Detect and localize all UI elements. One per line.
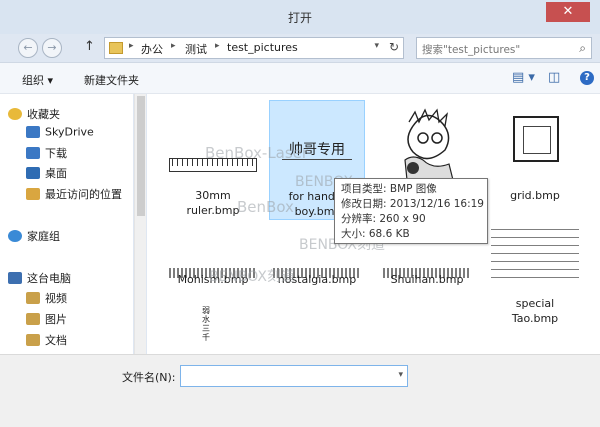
address-box[interactable]: ▸ 办公 ▸ 测试 ▸ test_pictures ▾ ↻ [104,37,404,59]
file-name: 30mm [195,189,231,202]
file-item[interactable]: 弱水三千 [165,306,261,354]
file-item[interactable]: special Tao.bmp [487,216,583,336]
file-name: grid.bmp [510,189,560,202]
close-button[interactable]: ✕ [546,2,590,22]
breadcrumb-office[interactable]: 办公 [141,41,163,57]
cloud-folder-icon [26,126,40,138]
sidebar-item-this-pc[interactable]: 这台电脑 [8,270,71,288]
sidebar-scrollbar[interactable] [134,94,146,354]
search-icon[interactable]: ⌕ [579,41,586,56]
tooltip-modified: 修改日期: 2013/12/16 16:19 [341,198,484,210]
documents-folder-icon [26,334,40,346]
recent-places-icon [26,188,40,200]
file-item[interactable]: grid.bmp [487,100,583,220]
sidebar-item-documents[interactable]: 文档 [26,332,67,350]
file-thumbnail [169,108,257,176]
filename-label: 文件名(N): [122,371,176,384]
cartoon-icon [404,108,454,181]
sidebar-item-videos[interactable]: 视频 [26,290,67,308]
title-bar: 打开 ✕ [0,0,600,34]
sidebar-item-recent-places[interactable]: 最近访问的位置 [26,186,122,204]
search-placeholder: 搜索"test_pictures" [422,44,521,56]
file-thumbnail: 帅哥专用 [274,109,362,177]
file-name: ruler.bmp [186,204,240,217]
up-button[interactable]: ↑ [84,39,95,54]
command-toolbar: 组织 ▾ 新建文件夹 ▤ ▾ ◫ ? [0,62,600,94]
desktop-icon [26,167,40,179]
chevron-down-icon[interactable]: ▾ [398,370,403,380]
breadcrumb-test-pictures[interactable]: test_pictures [227,41,298,54]
navigation-pane: 收藏夹 SkyDrive 下载 桌面 最近访问的位置 家庭组 这台电脑 视频 图… [0,94,133,354]
calligraphy-thumbnail: 帅哥专用 [289,142,345,158]
address-bar-row: ← → ↑ ▸ 办公 ▸ 测试 ▸ test_pictures ▾ ↻ 搜索"t… [0,34,600,62]
scrollbar-thumb[interactable] [137,96,145,216]
pictures-folder-icon [26,313,40,325]
file-name: Mohism.bmp [177,273,249,286]
file-item[interactable]: 30mm ruler.bmp [165,100,261,220]
chevron-down-icon[interactable]: ▾ [374,41,379,51]
file-name: Shuihan.bmp [390,273,464,286]
homegroup-icon [8,230,22,242]
star-icon [8,108,22,120]
breadcrumb-separator[interactable]: ▸ [129,41,134,51]
filename-input[interactable]: ▾ [180,365,408,387]
refresh-icon[interactable]: ↻ [389,40,399,54]
preview-pane-icon[interactable]: ◫ [548,70,560,85]
view-options-icon[interactable]: ▤ ▾ [512,70,535,85]
ruler-ticks [172,159,254,166]
folder-icon [109,42,123,54]
sidebar-item-pictures[interactable]: 图片 [26,311,67,329]
sidebar-item-favorites[interactable]: 收藏夹 [8,106,60,124]
file-thumbnail [491,108,579,176]
help-icon[interactable]: ? [580,71,594,85]
file-name: nostalgia.bmp [277,273,357,286]
video-folder-icon [26,292,40,304]
sidebar-item-desktop[interactable]: 桌面 [26,165,67,183]
forward-button[interactable]: → [42,38,62,58]
tooltip-size: 大小: 68.6 KB [341,228,410,240]
window-title: 打开 [287,11,312,25]
file-info-tooltip: 项目类型: BMP 图像 修改日期: 2013/12/16 16:19 分辨率:… [334,178,488,244]
breadcrumb-separator[interactable]: ▸ [171,41,176,51]
file-thumbnail [491,222,579,290]
download-folder-icon [26,147,40,159]
tooltip-resolution: 分辨率: 260 x 90 [341,213,426,225]
computer-icon [8,272,22,284]
sidebar-item-homegroup[interactable]: 家庭组 [8,228,60,246]
text-block-thumbnail [491,226,579,284]
breadcrumb-separator[interactable]: ▸ [215,41,220,51]
sidebar-item-downloads[interactable]: 下载 [26,145,67,163]
cartoon-thumbnail [383,108,471,181]
breadcrumb-test[interactable]: 测试 [185,41,207,57]
grid-thumbnail [513,116,559,162]
file-name: special [515,297,555,310]
back-button[interactable]: ← [18,38,38,58]
organize-button[interactable]: 组织 ▾ [22,72,53,88]
filename-panel: 文件名(N): ▾ [0,354,600,427]
thumbnail-underline [282,159,352,160]
vertical-text-thumbnail: 弱水三千 [202,306,210,342]
tooltip-type: 项目类型: BMP 图像 [341,183,437,195]
ruler-thumbnail [169,158,257,172]
search-input[interactable]: 搜索"test_pictures" ⌕ [416,37,592,59]
file-name: Tao.bmp [511,312,559,325]
sidebar-item-skydrive[interactable]: SkyDrive [26,125,94,143]
new-folder-button[interactable]: 新建文件夹 [84,72,139,88]
file-thumbnail [169,232,257,300]
